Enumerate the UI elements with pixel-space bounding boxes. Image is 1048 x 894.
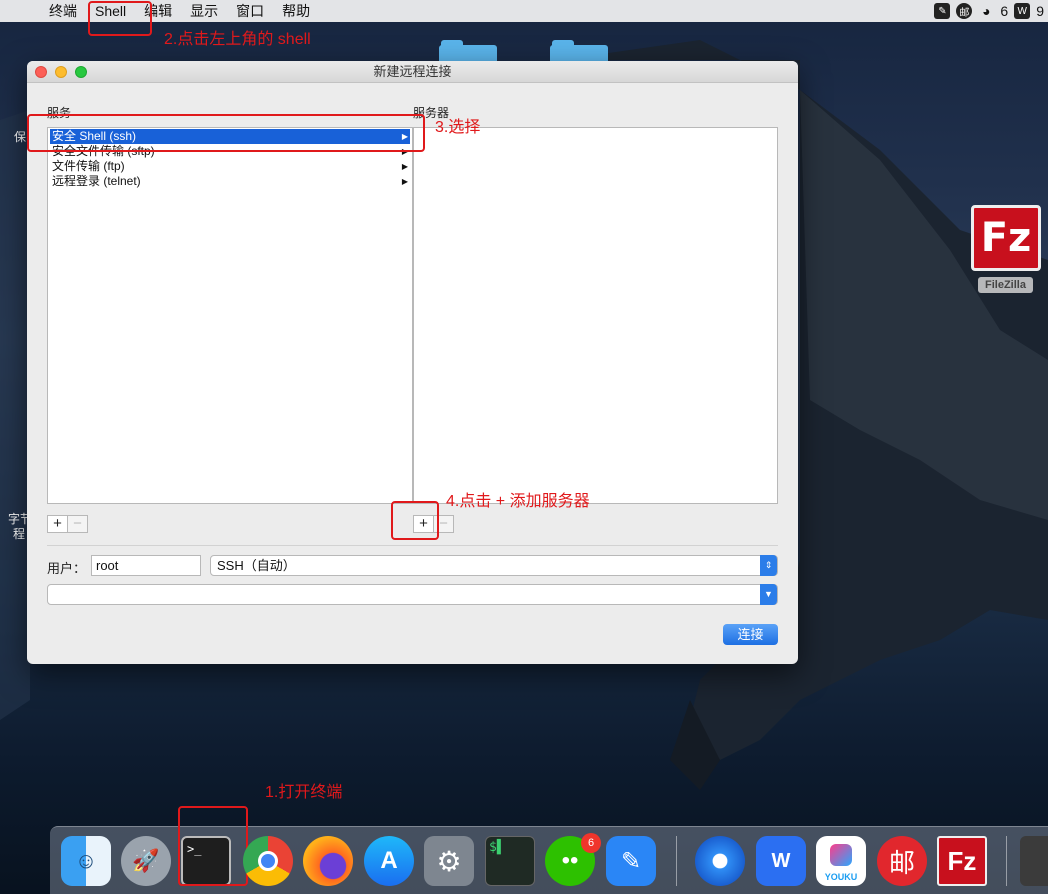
- dock-divider: [676, 836, 677, 886]
- system-preferences-icon[interactable]: ⚙: [424, 836, 474, 886]
- annotation-step1: 1.打开终端: [265, 784, 343, 801]
- annotation-box-ssh: [27, 114, 425, 152]
- service-item-label: 文件传输 (ftp): [52, 159, 125, 173]
- add-service-button[interactable]: +: [47, 515, 68, 533]
- firefox-icon[interactable]: [303, 836, 353, 886]
- menu-terminal[interactable]: 终端: [40, 0, 86, 22]
- wps-icon[interactable]: W: [756, 836, 806, 886]
- menu-bar: 终端 Shell 编辑 显示 窗口 帮助 ✎ 邮 ◕ 6 W 9: [0, 0, 1048, 22]
- annotation-step4: 4.点击 + 添加服务器: [446, 493, 590, 510]
- annotation-step3: 3.选择: [435, 119, 481, 136]
- remove-service-button[interactable]: −: [67, 515, 88, 533]
- iterm-icon[interactable]: $▌: [485, 836, 535, 886]
- filezilla-desktop-label: FileZilla: [978, 277, 1033, 293]
- services-list: 安全 Shell (ssh) ▶ 安全文件传输 (sftp) ▶ 文件传输 (f…: [47, 127, 413, 504]
- service-item-label: 远程登录 (telnet): [52, 174, 141, 188]
- finder-icon[interactable]: ☺: [61, 836, 111, 886]
- annotation-step2: 2.点击左上角的 shell: [164, 31, 311, 48]
- service-item-telnet[interactable]: 远程登录 (telnet) ▶: [50, 174, 410, 189]
- menu-help[interactable]: 帮助: [273, 0, 319, 22]
- filezilla-desktop-icon[interactable]: Fz: [971, 205, 1041, 271]
- dock-divider: [1006, 836, 1007, 886]
- status-area: ✎ 邮 ◕ 6 W 9: [934, 0, 1048, 22]
- trash-icon[interactable]: [1020, 836, 1048, 886]
- chevron-down-icon: ▼: [760, 584, 777, 605]
- notes-icon[interactable]: ✎: [606, 836, 656, 886]
- wechat-unread-count: 6: [1000, 3, 1009, 19]
- filezilla-icon[interactable]: Fz: [937, 836, 987, 886]
- up-down-chevron-icon: ⇕: [760, 555, 777, 576]
- safari-icon[interactable]: [695, 836, 745, 886]
- window-titlebar: 新建远程连接: [27, 61, 798, 83]
- youku-icon[interactable]: YOUKU: [816, 836, 866, 886]
- wechat-badge: 6: [581, 833, 601, 853]
- protocol-select[interactable]: SSH（自动） ⇕: [210, 555, 778, 576]
- annotation-box-shell-menu: [88, 1, 152, 36]
- desktop-item-label: 程: [13, 527, 26, 541]
- window-title: 新建远程连接: [373, 64, 452, 79]
- notes-status-icon[interactable]: ✎: [934, 3, 951, 19]
- user-field[interactable]: root: [91, 555, 201, 576]
- wechat-status-icon[interactable]: ◕: [978, 3, 994, 19]
- menu-window[interactable]: 窗口: [227, 0, 273, 22]
- protocol-select-value: SSH（自动）: [217, 558, 296, 573]
- chevron-right-icon: ▶: [401, 177, 408, 186]
- user-label: 用户：: [47, 561, 87, 576]
- annotation-box-terminal: [178, 806, 248, 886]
- chevron-right-icon: ▶: [401, 162, 408, 171]
- wps-status-icon[interactable]: W: [1014, 3, 1031, 19]
- connect-button[interactable]: 连接: [723, 624, 778, 645]
- chrome-icon[interactable]: [243, 836, 293, 886]
- divider: [47, 545, 778, 546]
- servers-list[interactable]: [413, 127, 778, 504]
- mail-status-icon[interactable]: 邮: [956, 3, 973, 19]
- status-trailing-text: 9: [1036, 3, 1044, 19]
- menu-view[interactable]: 显示: [181, 0, 227, 22]
- mail-icon[interactable]: 邮: [877, 836, 927, 886]
- service-item-ftp[interactable]: 文件传输 (ftp) ▶: [50, 159, 410, 174]
- desktop-item-label: 保: [14, 130, 27, 144]
- launchpad-icon[interactable]: 🚀: [121, 836, 171, 886]
- address-combo[interactable]: ▼: [47, 584, 778, 605]
- app-store-icon[interactable]: A: [364, 836, 414, 886]
- annotation-box-add-server: [391, 501, 439, 540]
